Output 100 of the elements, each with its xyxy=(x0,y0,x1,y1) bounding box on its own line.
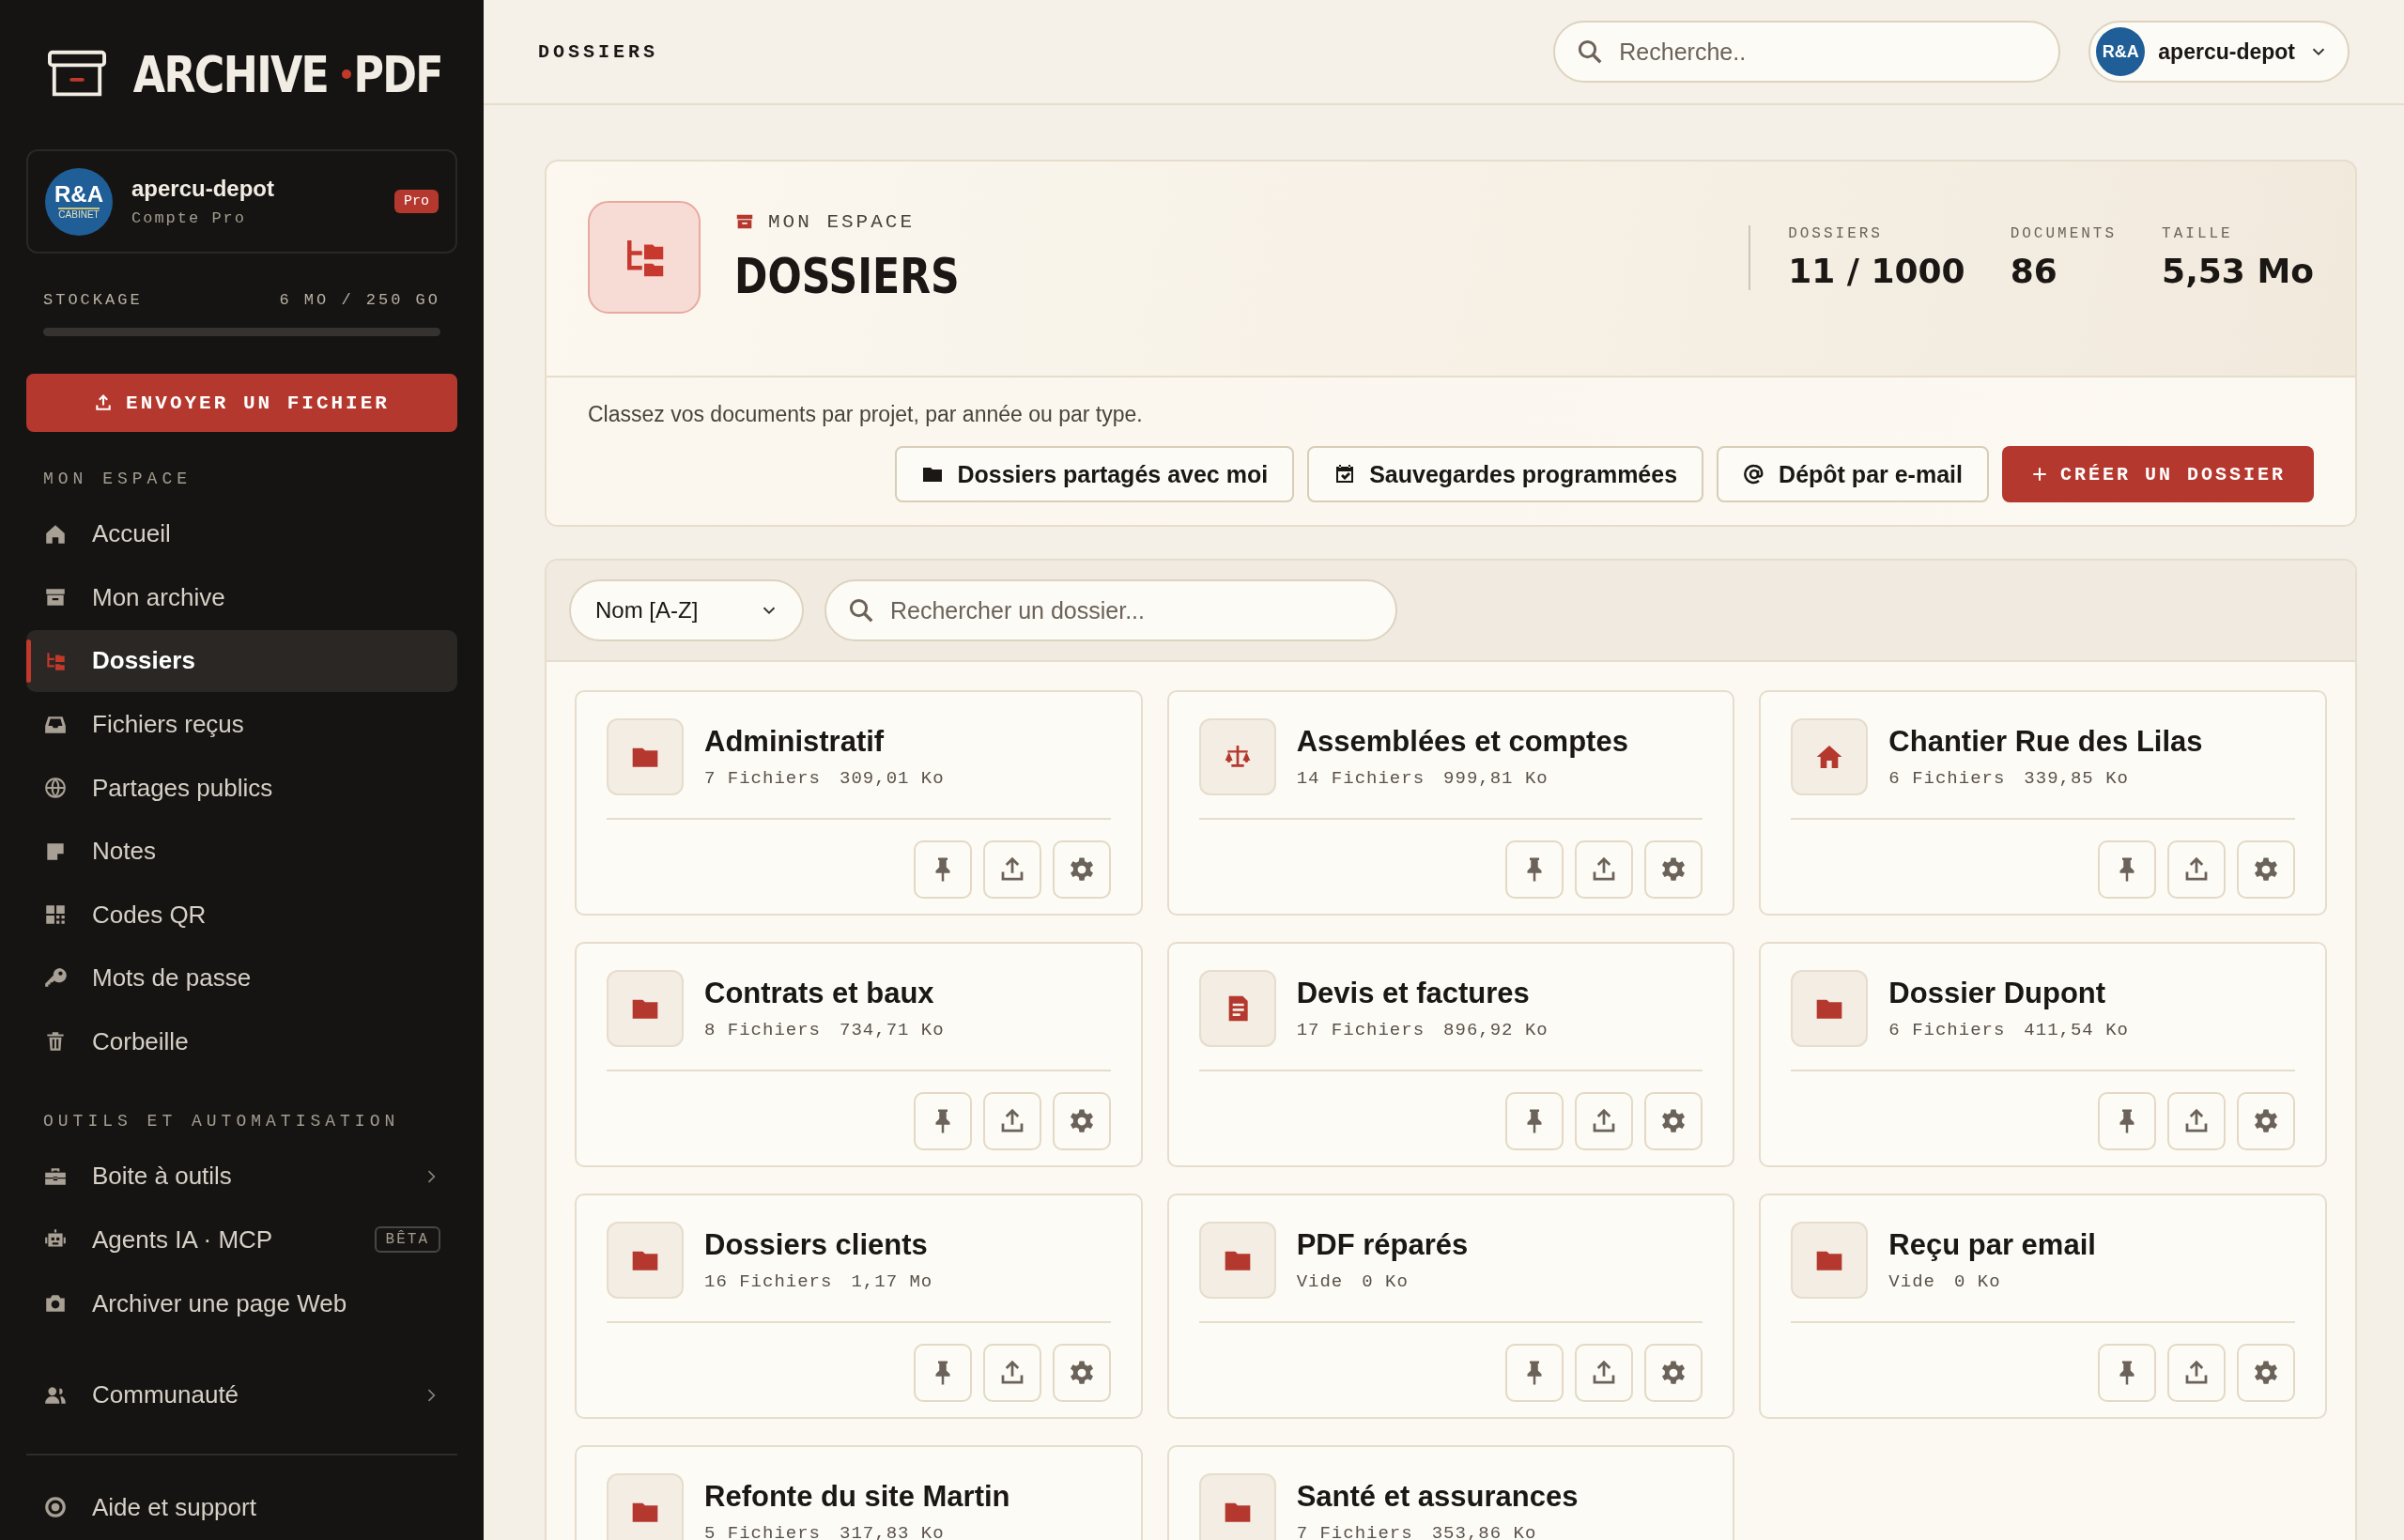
upload-button[interactable] xyxy=(982,1092,1041,1150)
pin-button[interactable] xyxy=(2098,1344,2156,1402)
folder-name: Devis et factures xyxy=(1296,977,1531,1010)
avatar: R&A xyxy=(2096,27,2146,76)
action-button[interactable]: Dépôt par e-mail xyxy=(1717,446,1989,502)
nav-item[interactable]: Agents IA · MCP BÊTA xyxy=(26,1209,457,1271)
folder-name: Chantier Rue des Lilas xyxy=(1888,725,2203,759)
gear-icon xyxy=(2252,1107,2280,1135)
folder-tree-icon xyxy=(588,201,701,314)
file-count: Vide xyxy=(1888,1271,1935,1292)
folder-card[interactable]: PDF réparés Vide 0 Ko xyxy=(1166,1194,1735,1419)
upload-button[interactable] xyxy=(1575,1344,1634,1402)
folder-card[interactable]: Assemblées et comptes 14 Fichiers 999,81 Ko xyxy=(1166,690,1735,916)
folder-card[interactable]: Reçu par email Vide 0 Ko xyxy=(1759,1194,2327,1419)
folder-name: Assemblées et comptes xyxy=(1296,725,1628,759)
pin-button[interactable] xyxy=(2098,1092,2156,1150)
folder-card[interactable]: Contrats et baux 8 Fichiers 734,71 Ko xyxy=(575,942,1143,1167)
nav-item[interactable]: Notes xyxy=(26,820,457,883)
stat-value: 5,53 Mo xyxy=(2162,251,2314,290)
settings-button[interactable] xyxy=(2237,840,2295,899)
settings-button[interactable] xyxy=(1644,1092,1703,1150)
folder-card[interactable]: Administratif 7 Fichiers 309,01 Ko xyxy=(575,690,1143,916)
upload-button[interactable] xyxy=(982,840,1041,899)
file-count: 8 Fichiers xyxy=(704,1020,822,1040)
nav-item[interactable]: Aide et support xyxy=(26,1476,457,1538)
description: Classez vos documents par projet, par année ou par type. xyxy=(588,402,1143,426)
nav-item[interactable]: Communauté xyxy=(26,1363,457,1426)
upload-button[interactable] xyxy=(982,1344,1041,1402)
upload-button[interactable]: ENVOYER UN FICHIER xyxy=(26,374,457,433)
pin-button[interactable] xyxy=(1505,1344,1564,1402)
settings-button[interactable] xyxy=(2237,1092,2295,1150)
logo-dot xyxy=(342,69,352,80)
stat-label: TAILLE xyxy=(2162,224,2234,242)
lifebuoy-icon xyxy=(43,1495,68,1520)
pin-button[interactable] xyxy=(1505,1092,1564,1150)
folder-size: 999,81 Ko xyxy=(1443,768,1549,789)
folder-card[interactable]: Dossier Dupont 6 Fichiers 411,54 Ko xyxy=(1759,942,2327,1167)
upload-icon xyxy=(94,393,114,413)
folder-card[interactable]: Chantier Rue des Lilas 6 Fichiers 339,85 Ko xyxy=(1759,690,2327,916)
settings-button[interactable] xyxy=(1644,840,1703,899)
settings-button[interactable] xyxy=(2237,1344,2295,1402)
nav-item[interactable]: Boite à outils xyxy=(26,1146,457,1208)
upload-button[interactable] xyxy=(1575,1092,1634,1150)
action-button[interactable]: Dossiers partagés avec moi xyxy=(895,446,1295,502)
file-count: 5 Fichiers xyxy=(704,1523,822,1540)
folder-size: 309,01 Ko xyxy=(840,768,945,789)
folder-size: 734,71 Ko xyxy=(840,1020,945,1040)
sort-dropdown[interactable]: Nom [A-Z] xyxy=(569,579,804,641)
folder-name: Administratif xyxy=(704,725,886,759)
upload-button[interactable] xyxy=(1575,840,1634,899)
user-menu[interactable]: R&A apercu-depot xyxy=(2088,21,2350,83)
stat-value: 11 / 1000 xyxy=(1788,251,1965,290)
create-folder-button[interactable]: CRÉER UN DOSSIER xyxy=(2001,446,2314,502)
storage-label: STOCKAGE xyxy=(43,291,143,310)
folder-name: Refonte du site Martin xyxy=(704,1480,1010,1514)
settings-button[interactable] xyxy=(1052,1344,1111,1402)
settings-button[interactable] xyxy=(1052,1092,1111,1150)
nav-item[interactable]: Corbeille xyxy=(26,1010,457,1073)
stat-label: DOCUMENTS xyxy=(2010,224,2118,242)
hero-title: DOSSIERS xyxy=(734,247,961,304)
file-count: 6 Fichiers xyxy=(1888,1020,2006,1040)
nav-item[interactable]: Accueil xyxy=(26,503,457,565)
folder-search-field[interactable]: Rechercher un dossier... xyxy=(824,579,1397,641)
pin-button[interactable] xyxy=(2098,840,2156,899)
pin-button[interactable] xyxy=(1505,840,1564,899)
file-count: 7 Fichiers xyxy=(704,768,822,789)
settings-button[interactable] xyxy=(1644,1344,1703,1402)
nav-item[interactable]: Archiver une page Web xyxy=(26,1272,457,1334)
upload-button[interactable] xyxy=(2167,840,2226,899)
upload-button[interactable] xyxy=(2167,1092,2226,1150)
section-title: OUTILS ET AUTOMATISATION xyxy=(42,1111,401,1133)
account-card[interactable]: R&A CABINET apercu-depot Compte Pro Pro xyxy=(26,148,457,254)
account-name: apercu-depot xyxy=(131,176,275,203)
folder-card[interactable]: Dossiers clients 16 Fichiers 1,17 Mo xyxy=(575,1194,1143,1419)
eyebrow-label: MON ESPACE xyxy=(768,210,916,233)
pin-button[interactable] xyxy=(913,840,972,899)
nav-item[interactable]: Partages publics xyxy=(26,757,457,819)
folder-name: Contrats et baux xyxy=(704,977,935,1010)
folder-size: 411,54 Ko xyxy=(2024,1020,2129,1040)
nav-item[interactable]: Mon archive xyxy=(26,566,457,629)
settings-button[interactable] xyxy=(1052,840,1111,899)
folder-size: 0 Ko xyxy=(1362,1271,1409,1292)
file-count: 6 Fichiers xyxy=(1888,768,2006,789)
plan-badge: Pro xyxy=(394,190,439,214)
page-title: DOSSIERS xyxy=(538,40,659,63)
storage-reading: 6 MO / 250 GO xyxy=(279,291,440,310)
search-field[interactable]: Recherche.. xyxy=(1553,21,2061,83)
folder-name: PDF réparés xyxy=(1296,1228,1469,1262)
pin-button[interactable] xyxy=(913,1344,972,1402)
nav-item[interactable]: Dossiers xyxy=(26,630,457,692)
pin-button[interactable] xyxy=(913,1092,972,1150)
nav-item[interactable]: Mots de passe xyxy=(26,947,457,1009)
nav-item[interactable]: Fichiers reçus xyxy=(26,693,457,756)
folder-card[interactable]: Devis et factures 17 Fichiers 896,92 Ko xyxy=(1166,942,1735,1167)
upload-button[interactable] xyxy=(2167,1344,2226,1402)
action-button[interactable]: Sauvegardes programmées xyxy=(1307,446,1704,502)
gear-icon xyxy=(2252,855,2280,884)
section-title: MON ESPACE xyxy=(42,469,193,491)
nav-item[interactable]: Codes QR xyxy=(26,884,457,946)
logo-text: ARCHIVE xyxy=(133,44,329,104)
